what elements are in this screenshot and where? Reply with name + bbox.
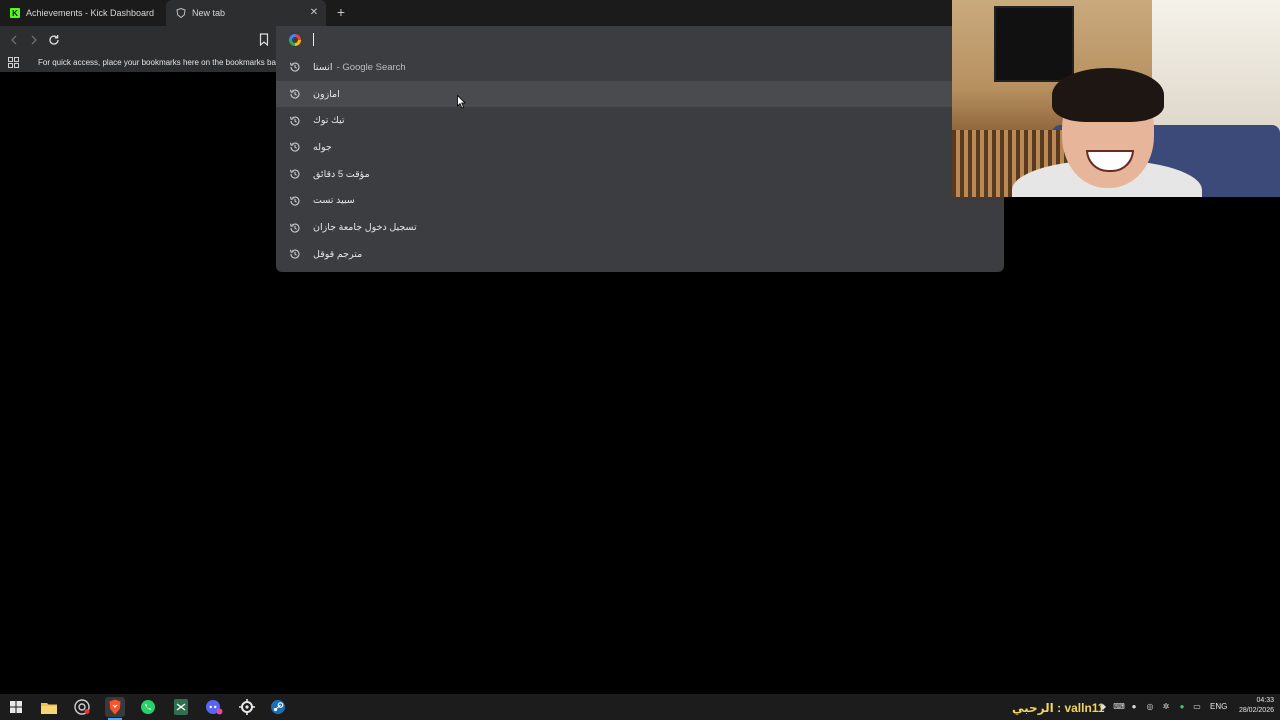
tab-kick-dashboard[interactable]: K Achievements - Kick Dashboard [0, 0, 164, 26]
network-tray-icon[interactable]: ▭ [1192, 700, 1202, 712]
suggestion-text: انستا [313, 61, 333, 73]
input-language[interactable]: ENG [1210, 702, 1227, 711]
history-icon [289, 169, 300, 179]
webcam-tv [994, 6, 1074, 82]
steelseries-icon[interactable] [237, 697, 257, 717]
history-icon [289, 142, 300, 153]
tab-title: Achievements - Kick Dashboard [26, 8, 155, 18]
bookmarks-bar-hint: For quick access, place your bookmarks h… [38, 58, 279, 67]
brave-shield-icon [176, 8, 186, 18]
suggestion-text: مترجم قوقل [313, 248, 363, 260]
suggestion-item[interactable]: مترجم قوقل [276, 241, 1004, 268]
webcam-person-hair [1052, 68, 1164, 122]
history-icon [289, 116, 300, 126]
history-icon [289, 62, 300, 72]
text-caret [313, 33, 314, 46]
address-bar-input[interactable] [276, 26, 1004, 54]
bookmarks-bar: For quick access, place your bookmarks h… [0, 54, 279, 72]
kick-logo-icon: K [10, 8, 20, 18]
suggestion-item[interactable]: جوله [276, 134, 1004, 161]
apps-grid-icon[interactable] [8, 57, 19, 68]
whatsapp-icon[interactable] [138, 697, 158, 717]
start-icon[interactable] [6, 697, 26, 717]
suggestion-text: سبيد تست [313, 195, 355, 207]
suggestion-subtext: - Google Search [336, 61, 406, 73]
tab-title: New tab [192, 8, 226, 18]
chrome-icon[interactable] [72, 697, 92, 717]
history-icon [289, 89, 300, 99]
clock-time: 04:33 [1256, 697, 1274, 704]
omnibox-dropdown: انستا - Google Search امازون تيك توك جول… [276, 26, 1004, 272]
close-tab-icon[interactable]: ✕ [308, 7, 320, 19]
capcut-icon[interactable] [171, 697, 191, 717]
clock-date: 28/02/2026 [1238, 707, 1274, 714]
suggestion-text: مؤقت 5 دقائق [313, 168, 370, 180]
back-button[interactable] [7, 33, 21, 47]
file-explorer-icon[interactable] [39, 697, 59, 717]
suggestion-item[interactable]: مؤقت 5 دقائق [276, 161, 1004, 188]
tab-new-tab[interactable]: New tab ✕ [166, 0, 326, 26]
history-icon [289, 249, 300, 259]
bookmark-page-button[interactable] [258, 33, 272, 47]
suggestion-text: امازون [313, 88, 340, 100]
stream-overlay-text: الرحبي : valln11 [1012, 701, 1105, 715]
steam-icon[interactable] [268, 697, 288, 717]
chrome-tray-icon[interactable]: ◎ [1145, 700, 1155, 712]
mouse-cursor-icon [457, 95, 466, 109]
suggestion-item[interactable]: انستا - Google Search [276, 54, 1004, 81]
brave-icon[interactable] [105, 697, 125, 717]
webcam-overlay [952, 0, 1280, 197]
microphone-tray-icon[interactable]: ● [1129, 700, 1139, 712]
google-g-icon [289, 34, 301, 46]
steam-tray-icon[interactable]: ◆ [1098, 700, 1108, 712]
suggestion-item[interactable]: تيك توك [276, 107, 1004, 134]
suggestion-text: تيك توك [313, 115, 345, 127]
suggestion-item[interactable]: امازون [276, 80, 1004, 108]
new-tab-button[interactable]: + [334, 5, 348, 19]
system-clock[interactable]: 04:33 28/02/2026 [1232, 696, 1274, 716]
suggestion-item[interactable]: تسجيل دخول جامعة جازان [276, 214, 1004, 241]
webcam-window [1152, 0, 1280, 138]
reload-button[interactable] [47, 33, 61, 47]
history-icon [289, 223, 300, 233]
discord-icon[interactable] [204, 697, 224, 717]
history-icon [289, 196, 300, 206]
status-tray-icon[interactable]: ● [1177, 700, 1187, 712]
keyboard-tray-icon[interactable]: ⌨ [1113, 700, 1125, 712]
steelseries-tray-icon[interactable]: ✲ [1161, 700, 1171, 712]
forward-button[interactable] [27, 33, 41, 47]
suggestion-text: تسجيل دخول جامعة جازان [313, 222, 417, 234]
suggestion-text: جوله [313, 141, 332, 153]
suggestion-item[interactable]: سبيد تست [276, 188, 1004, 215]
